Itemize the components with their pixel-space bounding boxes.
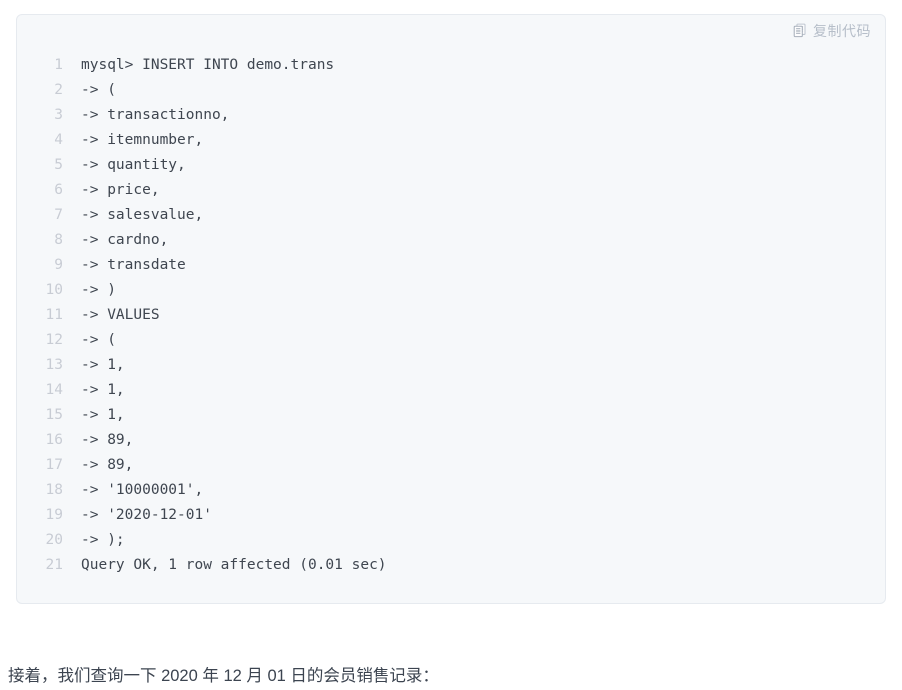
code-line: 5 -> quantity, <box>17 153 885 178</box>
code-line-content: -> ( <box>81 332 116 348</box>
code-line-content: -> ( <box>81 82 116 98</box>
code-line-content: mysql> INSERT INTO demo.trans <box>81 57 335 73</box>
code-line-number: 7 <box>54 207 63 223</box>
code-line-content: -> 1, <box>81 382 125 398</box>
copy-icon <box>793 23 808 38</box>
code-line-number: 17 <box>45 457 63 473</box>
code-line-number: 9 <box>54 257 63 273</box>
code-line: 12 -> ( <box>17 328 885 353</box>
code-line: 1 mysql> INSERT INTO demo.trans <box>17 53 885 78</box>
code-line: 9 -> transdate <box>17 253 885 278</box>
code-line-content: -> quantity, <box>81 157 186 173</box>
code-line: 6 -> price, <box>17 178 885 203</box>
code-line-number: 20 <box>45 532 63 548</box>
code-line-number: 13 <box>45 357 63 373</box>
code-line: 7 -> salesvalue, <box>17 203 885 228</box>
code-line-number: 11 <box>45 307 63 323</box>
code-line-number: 1 <box>54 57 63 73</box>
code-line: 3 -> transactionno, <box>17 103 885 128</box>
code-line: 19 -> '2020-12-01' <box>17 503 885 528</box>
code-line: 2 -> ( <box>17 78 885 103</box>
code-line-content: -> VALUES <box>81 307 160 323</box>
code-line-number: 6 <box>54 182 63 198</box>
code-line-number: 14 <box>45 382 63 398</box>
code-line-content: -> salesvalue, <box>81 207 204 223</box>
code-line: 10 -> ) <box>17 278 885 303</box>
paragraph-text: 接着，我们查询一下 2020 年 12 月 01 日的会员销售记录： <box>8 666 439 685</box>
code-line-content: -> 89, <box>81 432 134 448</box>
code-line-content: Query OK, 1 row affected (0.01 sec) <box>81 557 387 573</box>
code-line: 14 -> 1, <box>17 378 885 403</box>
code-line-number: 5 <box>54 157 63 173</box>
code-line-number: 2 <box>54 82 63 98</box>
code-line-content: -> '2020-12-01' <box>81 507 212 523</box>
code-line-number: 3 <box>54 107 63 123</box>
code-line-content: -> '10000001', <box>81 482 204 498</box>
code-line-content: -> ) <box>81 282 116 298</box>
code-block: 复制代码 1 mysql> INSERT INTO demo.trans 2 -> (… <box>16 14 886 604</box>
article-page: 复制代码 1 mysql> INSERT INTO demo.trans 2 -> (… <box>0 0 902 685</box>
code-line-list: 1 mysql> INSERT INTO demo.trans 2 -> ( 3 -> t… <box>17 53 885 578</box>
code-line: 4 -> itemnumber, <box>17 128 885 153</box>
code-line-content: -> price, <box>81 182 160 198</box>
code-line-content: -> 1, <box>81 357 125 373</box>
code-line-content: -> ); <box>81 532 125 548</box>
code-line-content: -> 89, <box>81 457 134 473</box>
code-line-content: -> cardno, <box>81 232 169 248</box>
code-line-content: -> transdate <box>81 257 186 273</box>
code-line-content: -> transactionno, <box>81 107 230 123</box>
code-line-number: 18 <box>45 482 63 498</box>
code-line-number: 8 <box>54 232 63 248</box>
code-line: 11 -> VALUES <box>17 303 885 328</box>
code-line-number: 15 <box>45 407 63 423</box>
code-line: 16 -> 89, <box>17 428 885 453</box>
code-line: 21 Query OK, 1 row affected (0.01 sec) <box>17 553 885 578</box>
code-line: 17 -> 89, <box>17 453 885 478</box>
code-line-number: 19 <box>45 507 63 523</box>
code-line: 13 -> 1, <box>17 353 885 378</box>
code-line-number: 12 <box>45 332 63 348</box>
copy-code-label: 复制代码 <box>813 22 871 39</box>
code-line-number: 4 <box>54 132 63 148</box>
code-line-content: -> itemnumber, <box>81 132 204 148</box>
code-line-number: 21 <box>45 557 63 573</box>
code-line: 8 -> cardno, <box>17 228 885 253</box>
code-line-content: -> 1, <box>81 407 125 423</box>
code-line-number: 16 <box>45 432 63 448</box>
code-line: 18 -> '10000001', <box>17 478 885 503</box>
code-scroll-area[interactable]: 1 mysql> INSERT INTO demo.trans 2 -> ( 3 -> t… <box>17 53 885 603</box>
code-line: 20 -> ); <box>17 528 885 553</box>
code-line-number: 10 <box>45 282 63 298</box>
copy-code-button[interactable]: 复制代码 <box>793 23 871 38</box>
code-line: 15 -> 1, <box>17 403 885 428</box>
